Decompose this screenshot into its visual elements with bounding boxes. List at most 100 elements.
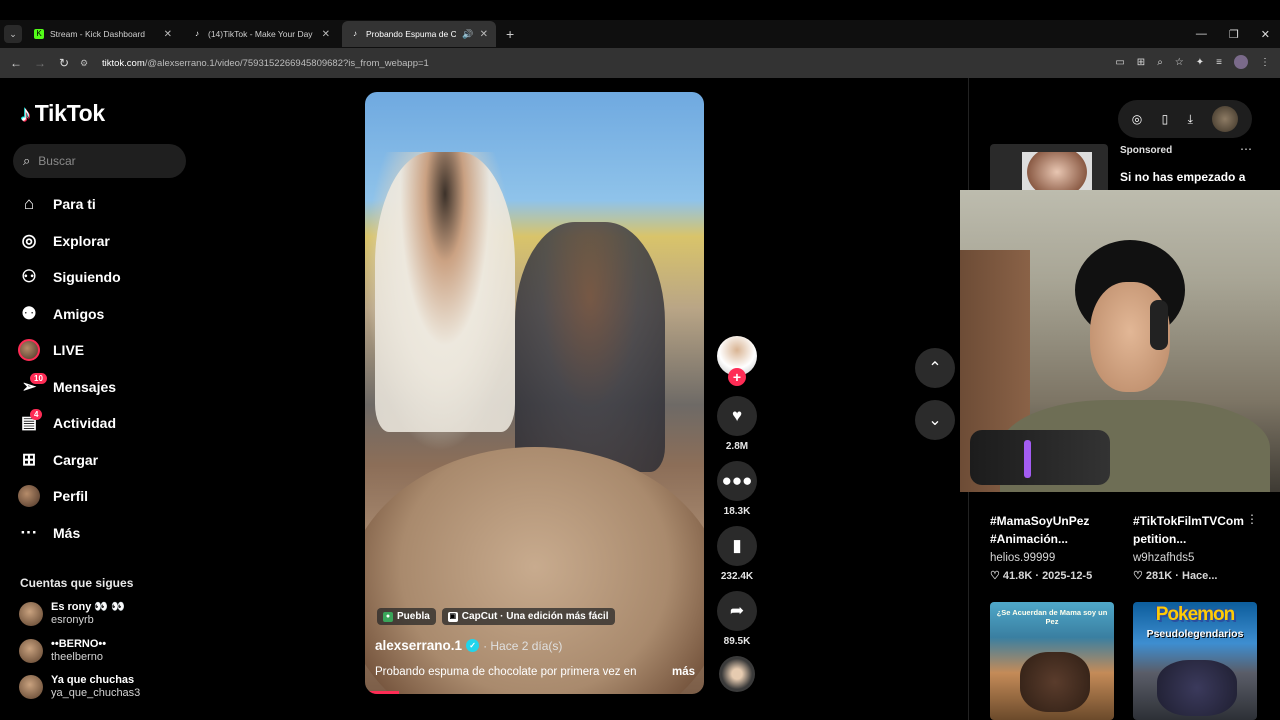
phone-icon[interactable]: ▯ <box>1162 112 1169 126</box>
account-name: Es rony 👀 👀 <box>51 601 125 613</box>
avatar <box>19 675 43 699</box>
menu-icon[interactable]: ⋮ <box>1260 57 1270 68</box>
star-icon[interactable]: ☆ <box>1175 57 1184 68</box>
sidebar-item-amigos[interactable]: ⚉ Amigos <box>18 296 121 333</box>
video-thumbnail[interactable]: ¿Se Acuerdan de Mama soy un Pez <box>990 602 1114 720</box>
tab-tiktok[interactable]: ♪ (14)TikTok - Make Your Day ✕ <box>184 21 338 47</box>
comment-button[interactable]: ●●● <box>717 461 757 501</box>
tab-kick[interactable]: K Stream - Kick Dashboard ✕ <box>26 21 180 47</box>
video-person <box>375 152 515 432</box>
location-icon: ● <box>383 611 393 622</box>
video-person <box>515 222 665 472</box>
top-right-toolbar: ◎ ▯ ⤓ <box>1118 100 1252 138</box>
sidebar-item-label: Siguiendo <box>53 269 121 286</box>
video-bowl <box>365 447 704 694</box>
media-icon[interactable]: ≡ <box>1216 57 1222 68</box>
profile-avatar[interactable] <box>1234 55 1248 69</box>
video-card-user[interactable]: helios.99999 <box>990 552 1055 564</box>
speaker-icon[interactable]: 🔊 <box>462 29 473 40</box>
sidebar-item-cargar[interactable]: ⊞ Cargar <box>18 442 121 479</box>
account-username: ya_que_chuchas3 <box>51 687 141 699</box>
close-icon[interactable]: ✕ <box>480 29 488 40</box>
sponsored-thumbnail[interactable] <box>990 144 1108 194</box>
location-tag[interactable]: ● Puebla <box>377 608 436 625</box>
cast-icon[interactable]: ▭ <box>1115 57 1124 68</box>
sidebar-item-perfil[interactable]: Perfil <box>18 478 121 515</box>
close-window-icon[interactable]: ✕ <box>1261 28 1270 41</box>
sponsored-title[interactable]: Si no has empezado a <box>1120 170 1245 184</box>
tiktok-icon: ♪ <box>195 29 199 38</box>
like-button[interactable]: ♥ <box>717 396 757 436</box>
video-thumbnail[interactable]: Pokemon Pseudolegendarios <box>1133 602 1257 720</box>
kick-icon: K <box>34 29 44 39</box>
account-username: theelberno <box>51 651 103 663</box>
tab-search-icon[interactable]: ⌄ <box>4 25 22 43</box>
video-card-user[interactable]: w9hzafhds5 <box>1133 552 1194 564</box>
sidebar-item-label: Perfil <box>53 488 89 505</box>
save-button[interactable]: ▮ <box>717 526 757 566</box>
reload-icon[interactable]: ↻ <box>52 56 76 70</box>
video-card-title[interactable]: #TikTokFilmTVCom petition... <box>1133 512 1244 548</box>
sidebar-item-label: Actividad <box>53 415 117 432</box>
thumbnail-image <box>1020 652 1090 712</box>
tab-video[interactable]: ♪ Probando Espuma de Choc 🔊 ✕ <box>342 21 496 47</box>
share-button[interactable]: ➦ <box>717 591 757 631</box>
close-icon[interactable]: ✕ <box>164 29 172 40</box>
video-player[interactable]: ● Puebla ▣ CapCut · Una edición más fácil … <box>365 92 704 694</box>
forward-icon[interactable]: → <box>28 56 52 70</box>
url-path: /@alexserrano.1/video/759315226694580968… <box>144 57 429 69</box>
back-icon[interactable]: ← <box>4 56 28 70</box>
close-icon[interactable]: ✕ <box>322 29 330 40</box>
compass-icon: ◎ <box>21 230 37 250</box>
webcam-overlay <box>960 190 1280 492</box>
title-line: petition... <box>1133 532 1187 546</box>
sidebar-item-explorar[interactable]: ◎ Explorar <box>18 223 121 260</box>
user-follow-icon: ⚇ <box>21 267 37 287</box>
previous-video-button[interactable]: ⌃ <box>915 348 955 388</box>
author-avatar[interactable]: + <box>717 336 757 386</box>
following-account[interactable]: Ya que chuchas ya_que_chuchas3 <box>19 674 140 700</box>
following-account[interactable]: ••BERNO•• theelberno <box>19 638 106 664</box>
sidebar-item-actividad[interactable]: ▤ 4 Actividad <box>18 405 121 442</box>
sidebar-item-live[interactable]: LIVE <box>18 332 121 369</box>
sidebar-item-label: Explorar <box>53 232 110 249</box>
notification-badge: 10 <box>30 372 47 384</box>
sidebar-item-mensajes[interactable]: ➢ 10 Mensajes <box>18 369 121 406</box>
save-count: 232.4K <box>720 571 754 582</box>
video-progress[interactable] <box>365 691 399 694</box>
capcut-tag[interactable]: ▣ CapCut · Una edición más fácil <box>441 608 615 625</box>
zoom-icon[interactable]: ⌕ <box>1157 57 1163 68</box>
sidebar-item-mas[interactable]: ··· Más <box>18 515 121 552</box>
site-info-icon[interactable]: ⚙ <box>80 58 94 69</box>
next-video-button[interactable]: ⌄ <box>915 400 955 440</box>
following-title: Cuentas que sigues <box>20 576 134 590</box>
new-tab-icon[interactable]: + <box>506 26 514 42</box>
translate-icon[interactable]: ⊞ <box>1137 57 1145 68</box>
tab-title: (14)TikTok - Make Your Day <box>208 29 313 39</box>
minimize-icon[interactable]: — <box>1196 28 1207 40</box>
more-options-icon[interactable]: ⋮ <box>1246 512 1258 526</box>
video-card-title[interactable]: #MamaSoyUnPez #Animación... <box>990 512 1089 548</box>
profile-avatar <box>18 485 40 508</box>
follow-plus-icon[interactable]: + <box>728 368 746 386</box>
video-author[interactable]: alexserrano.1 ✓ · Hace 2 día(s) <box>375 638 562 653</box>
more-options-icon[interactable]: ⋯ <box>1240 142 1252 156</box>
sidebar-item-para-ti[interactable]: ⌂ Para ti <box>18 186 121 223</box>
extensions-icon[interactable]: ✦ <box>1196 57 1204 68</box>
video-description: Probando espuma de chocolate por primera… <box>375 666 695 678</box>
compass-icon[interactable]: ◎ <box>1132 112 1142 126</box>
sidebar-item-siguiendo[interactable]: ⚇ Siguiendo <box>18 259 121 296</box>
profile-avatar[interactable] <box>1212 106 1239 132</box>
following-account[interactable]: Es rony 👀 👀 esronyrb <box>19 601 125 627</box>
more-link[interactable]: más <box>672 666 695 678</box>
chevron-down-icon: ⌄ <box>928 412 942 429</box>
sponsored-label: Sponsored <box>1120 145 1173 156</box>
post-time: · Hace 2 día(s) <box>483 638 563 653</box>
url-field[interactable]: ⚙ tiktok.com/@alexserrano.1/video/759315… <box>80 53 1060 73</box>
music-disc-icon[interactable] <box>719 656 755 692</box>
search-input[interactable]: ⌕ Buscar <box>13 144 186 178</box>
restore-icon[interactable]: ❐ <box>1229 28 1239 41</box>
avatar <box>19 602 43 626</box>
tiktok-logo[interactable]: ♪ TikTok <box>20 100 105 127</box>
download-icon[interactable]: ⤓ <box>1188 112 1193 127</box>
